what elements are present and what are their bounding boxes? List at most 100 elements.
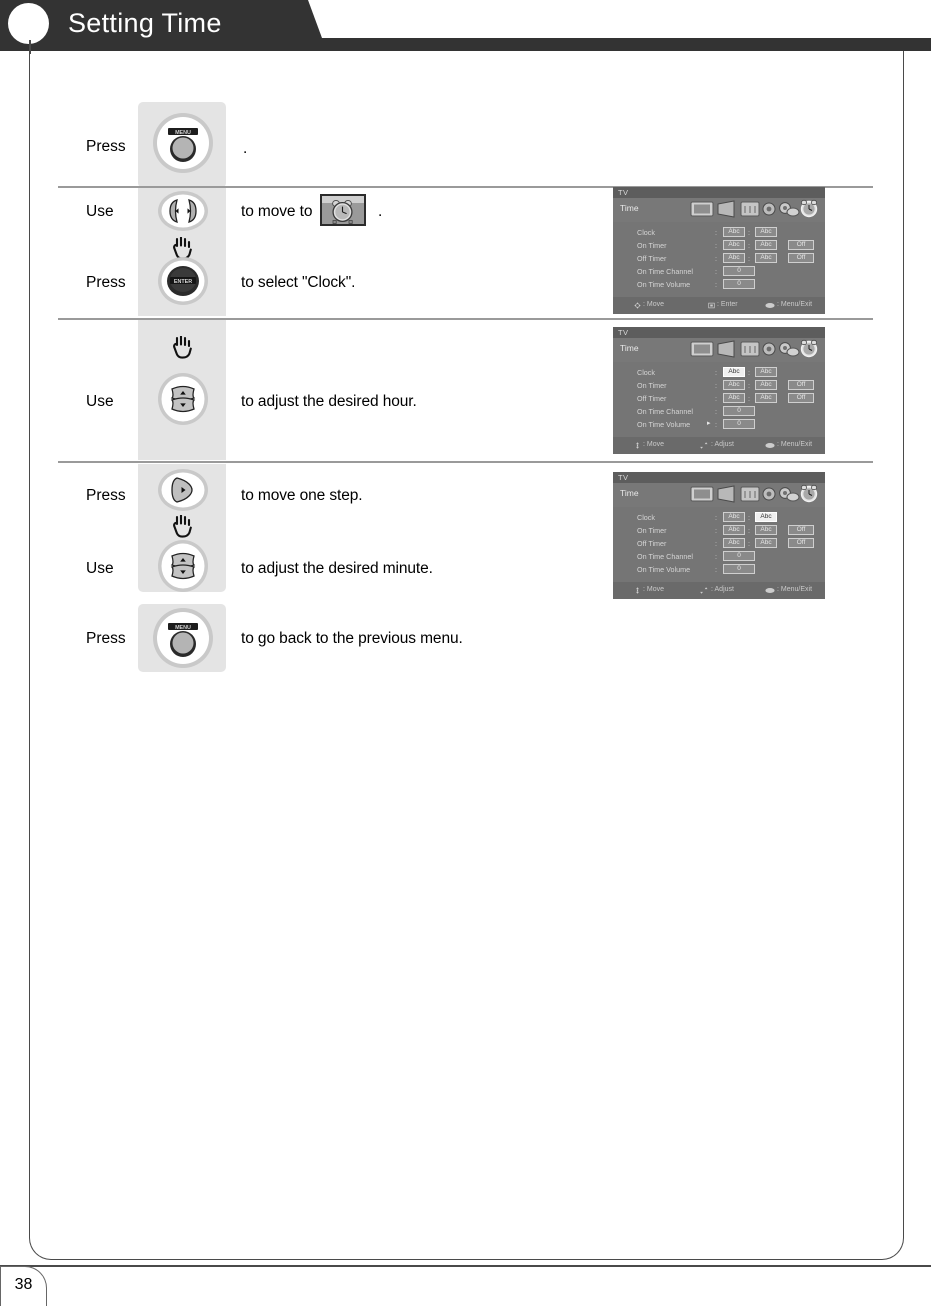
sound-icon bbox=[717, 485, 735, 503]
osd-hint-text: : Move bbox=[643, 441, 665, 448]
osd-value-hour[interactable]: Abc bbox=[723, 538, 745, 548]
menu-button[interactable]: MENU bbox=[152, 112, 214, 174]
osd-row-label: On Time Channel bbox=[637, 552, 693, 561]
osd-value-state[interactable]: Off bbox=[788, 253, 814, 263]
step-description-before: to move to bbox=[241, 203, 313, 220]
osd-colon: : bbox=[748, 228, 750, 237]
osd-hint-text: : Enter bbox=[717, 301, 738, 308]
step-action-label: Press bbox=[86, 487, 126, 504]
osd-colon: : bbox=[748, 368, 750, 377]
menu-button[interactable]: MENU bbox=[152, 607, 214, 669]
osd-value-number[interactable]: 0 bbox=[723, 266, 755, 276]
osd-value-hour[interactable]: Abc bbox=[723, 227, 745, 237]
osd-row: On Time Volume : 0 bbox=[637, 279, 817, 290]
osd-colon: : bbox=[715, 254, 717, 263]
osd-value-hour[interactable]: Abc bbox=[723, 380, 745, 390]
up-down-arrow-button[interactable] bbox=[157, 372, 209, 426]
osd-hint-text: : Adjust bbox=[711, 441, 734, 448]
osd-value-hour[interactable]: Abc bbox=[723, 393, 745, 403]
osd-topbar bbox=[613, 472, 825, 483]
osd-hint-text: : Menu/Exit bbox=[777, 586, 813, 593]
osd-value-minute[interactable]: Abc bbox=[755, 227, 777, 237]
osd-value-minute[interactable]: Abc bbox=[755, 393, 777, 403]
osd-hint-bar: : Move : Adjust : Menu/Exit bbox=[613, 437, 825, 454]
osd-body: Clock : Abc : Abc On Timer : Abc : Abc O… bbox=[613, 362, 825, 437]
osd-colon: : bbox=[715, 420, 717, 429]
osd-row: On Time Channel : 0 bbox=[637, 406, 817, 417]
osd-icon-bar bbox=[613, 338, 825, 362]
osd-screenshot-1: TV Time Clock : Abc : Abc On Timer : Abc… bbox=[613, 187, 825, 314]
osd-menu-title: Time bbox=[620, 203, 639, 213]
picture-icon bbox=[690, 201, 714, 217]
osd-value-hour[interactable]: Abc bbox=[723, 512, 745, 522]
up-down-arrow-button[interactable] bbox=[157, 539, 209, 593]
svg-text:ENTER: ENTER bbox=[174, 279, 192, 285]
osd-value-number[interactable]: 0 bbox=[723, 419, 755, 429]
special-icon bbox=[779, 487, 800, 502]
step-description: . bbox=[243, 140, 248, 157]
channel-icon bbox=[740, 201, 760, 217]
special-icon bbox=[779, 342, 800, 357]
osd-value-minute[interactable]: Abc bbox=[755, 253, 777, 263]
osd-value-hour[interactable]: Abc bbox=[723, 240, 745, 250]
osd-colon: : bbox=[715, 407, 717, 416]
osd-system-label: TV bbox=[618, 328, 629, 337]
osd-value-state[interactable]: Off bbox=[788, 538, 814, 548]
osd-value-minute[interactable]: Abc bbox=[755, 380, 777, 390]
osd-row-label: On Timer bbox=[637, 526, 667, 535]
osd-colon: : bbox=[715, 381, 717, 390]
osd-row-label: Clock bbox=[637, 513, 655, 522]
osd-value-hour-selected[interactable]: Abc bbox=[723, 367, 745, 377]
osd-value-minute[interactable]: Abc bbox=[755, 538, 777, 548]
osd-hint-text: : Move bbox=[643, 301, 665, 308]
osd-colon: : bbox=[715, 267, 717, 276]
enter-button[interactable]: ENTER bbox=[157, 256, 209, 306]
osd-row-label: Off Timer bbox=[637, 394, 667, 403]
footer-rule bbox=[0, 1265, 931, 1267]
step-description: to adjust the desired hour. bbox=[241, 393, 417, 410]
osd-value-minute[interactable]: Abc bbox=[755, 367, 777, 377]
osd-colon: : bbox=[715, 228, 717, 237]
sound-icon bbox=[717, 200, 735, 218]
setup-icon bbox=[762, 487, 776, 501]
osd-row: On Timer : Abc : Abc Off bbox=[637, 240, 817, 251]
osd-colon: : bbox=[715, 280, 717, 289]
left-right-arrow-button[interactable] bbox=[157, 190, 209, 232]
page-number: 38 bbox=[14, 1275, 33, 1293]
osd-row: Off Timer : Abc : Abc Off bbox=[637, 538, 817, 549]
osd-colon: : bbox=[748, 526, 750, 535]
osd-value-minute[interactable]: Abc bbox=[755, 525, 777, 535]
osd-colon: : bbox=[715, 513, 717, 522]
osd-hint-text: : Menu/Exit bbox=[777, 301, 813, 308]
osd-row-label: Off Timer bbox=[637, 254, 667, 263]
step-description: to select "Clock". bbox=[241, 274, 356, 291]
osd-value-number[interactable]: 0 bbox=[723, 406, 755, 416]
osd-value-number[interactable]: 0 bbox=[723, 564, 755, 574]
osd-colon: : bbox=[715, 565, 717, 574]
osd-value-minute-selected[interactable]: Abc bbox=[755, 512, 777, 522]
osd-value-number[interactable]: 0 bbox=[723, 279, 755, 289]
osd-row-label: On Time Volume bbox=[637, 280, 691, 289]
osd-value-hour[interactable]: Abc bbox=[723, 253, 745, 263]
osd-icon-bar bbox=[613, 483, 825, 507]
osd-topbar bbox=[613, 327, 825, 338]
right-arrow-button[interactable] bbox=[157, 468, 209, 512]
step-action-label: Use bbox=[86, 203, 114, 220]
osd-topbar bbox=[613, 187, 825, 198]
osd-value-number[interactable]: 0 bbox=[723, 551, 755, 561]
osd-value-state[interactable]: Off bbox=[788, 525, 814, 535]
osd-row: On Timer : Abc : Abc Off bbox=[637, 380, 817, 391]
osd-value-hour[interactable]: Abc bbox=[723, 525, 745, 535]
setup-icon bbox=[762, 202, 776, 216]
svg-text:MENU: MENU bbox=[175, 130, 191, 136]
menu-key-icon bbox=[765, 302, 775, 308]
step-description: to move one step. bbox=[241, 487, 363, 504]
osd-value-state[interactable]: Off bbox=[788, 240, 814, 250]
osd-row: Off Timer : Abc : Abc Off bbox=[637, 253, 817, 264]
osd-row: On Time Channel : 0 bbox=[637, 551, 817, 562]
svg-text:MENU: MENU bbox=[175, 625, 191, 631]
osd-value-minute[interactable]: Abc bbox=[755, 240, 777, 250]
osd-value-state[interactable]: Off bbox=[788, 380, 814, 390]
osd-value-state[interactable]: Off bbox=[788, 393, 814, 403]
osd-screenshot-2: TV Time Clock : Abc : Abc On Timer : Abc… bbox=[613, 327, 825, 454]
